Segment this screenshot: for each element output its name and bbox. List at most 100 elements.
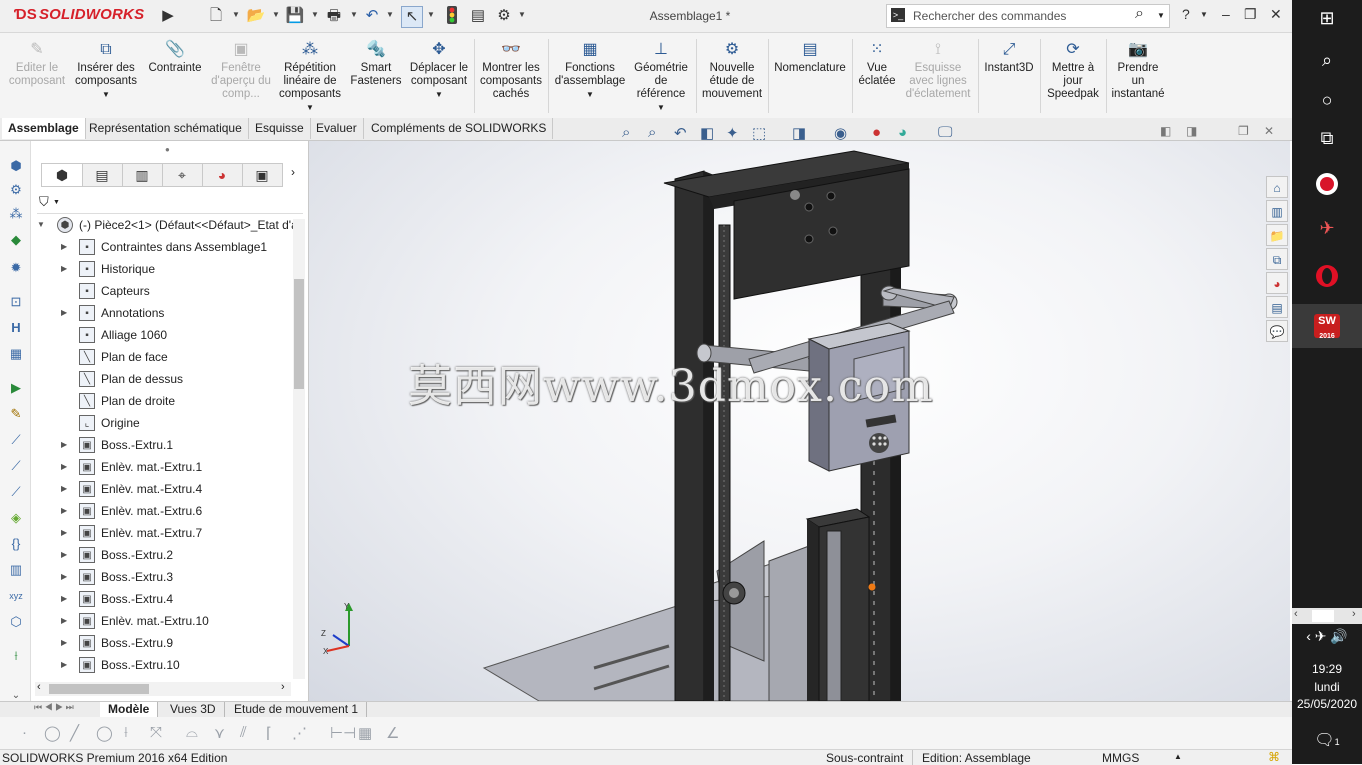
cortana-icon[interactable]: ○ [1292,90,1362,111]
exploded-view-button[interactable]: ⁙ Vue éclatée [856,41,898,88]
chevron-down-icon[interactable]: ▼ [53,199,60,206]
chevron-down-icon[interactable]: ▼ [272,10,280,19]
zoom-to-fit-icon[interactable]: ⌕ [622,124,630,141]
library-icon[interactable]: ▥ [7,561,25,579]
instant3d-button[interactable]: ⤢ Instant3D [982,41,1036,75]
move-component-button[interactable]: ✥ Déplacer le composant ▼ [408,41,470,101]
tab-addins[interactable]: Compléments de SOLIDWORKS [365,118,554,139]
expand-arrow-icon[interactable]: ▶ [61,633,71,653]
offset-icon[interactable]: ⌓ [186,724,198,741]
view-orientation-icon[interactable]: ⬚ [752,124,766,142]
corner-icon[interactable]: ⌈ [266,724,272,742]
tree-vertical-scrollbar[interactable] [293,219,305,679]
filter-bar[interactable]: ⛉ ▼ [37,193,303,214]
expand-arrow-icon[interactable]: ▶ [61,567,71,587]
new-document-icon[interactable]: 🗋 [206,6,226,26]
edit-component-button[interactable]: ✎ Editer le composant [6,41,68,88]
tab-schematic[interactable]: Représentation schématique [83,118,249,139]
calculator-icon[interactable]: ▦ [7,345,25,363]
task-view-icon[interactable]: ⧉ [1292,128,1362,149]
dotted-corner-icon[interactable]: ⋰ [292,724,307,742]
reference-geometry-button[interactable]: ⊥ Géométrie de référence ▼ [630,41,692,114]
mate-button[interactable]: 📎 Contrainte [144,41,206,75]
filter-icon[interactable]: ⛉ [39,194,49,210]
tab-nav-arrows-icon[interactable]: ⏮ ◀ ▶ ⏭ [34,702,74,713]
close-doc-icon[interactable]: ✕ [1264,124,1274,138]
chevron-down-icon[interactable]: ▼ [518,10,526,19]
traffic-light-icon[interactable] [442,6,462,26]
scrollbar-thumb[interactable] [294,279,304,389]
solidworks-taskbar-button[interactable]: SW 2016 [1292,304,1362,348]
tray-icons[interactable]: ‹ ✈ 🔊 [1292,628,1362,645]
display-style-icon[interactable]: ◨ [792,124,806,142]
display-manager-tab-icon[interactable]: ◕ [202,164,243,186]
new-motion-study-button[interactable]: ⚙ Nouvelle étude de mouvement [700,41,764,101]
restore-doc-icon[interactable]: ❐ [1238,124,1249,138]
appearance-icon[interactable]: ◆ [7,231,25,249]
expand-arrow-icon[interactable]: ▶ [61,259,71,279]
file-properties-icon[interactable]: ▤ [468,6,488,26]
panel-left-icon[interactable]: ◧ [1160,124,1171,138]
expand-menu-icon[interactable]: ▶ [158,6,178,26]
chevron-right-icon[interactable]: › [291,165,295,179]
undo-icon[interactable]: ↶ [362,6,382,26]
minimize-icon[interactable]: – [1222,6,1230,22]
chevron-down-icon[interactable]: ▼ [1200,10,1208,19]
file-explorer-icon[interactable]: 📁 [1266,224,1288,246]
tab-motion-study[interactable]: Etude de mouvement 1 [226,702,368,717]
chevron-down-icon[interactable]: ▼ [1157,11,1165,20]
clock-day[interactable]: lundi [1292,680,1362,694]
taskbar-scrollbar[interactable]: ‹ › [1292,608,1362,624]
take-snapshot-button[interactable]: 📷 Prendre un instantané [1110,41,1166,101]
convert-icon[interactable]: ⤧ [150,724,162,741]
h-tool-icon[interactable]: H [7,319,25,337]
feature-icon[interactable]: ⬡ [7,613,25,631]
chevron-down-icon[interactable]: ▼ [427,10,435,19]
grid-icon[interactable]: ▦ [358,724,372,742]
home-icon[interactable]: ⌂ [1266,176,1288,198]
opera-icon[interactable] [1292,264,1362,293]
print-icon[interactable]: 🖶 [324,6,344,26]
appearances-icon[interactable]: ◕ [1266,272,1288,294]
graphics-area[interactable]: Y Z X [309,141,1290,701]
scene-icon[interactable]: ◕ [898,124,907,141]
angle-icon[interactable]: ∠ [386,724,399,742]
chart-icon[interactable]: ⟋ [7,431,25,449]
clock-date[interactable]: 25/05/2020 [1292,697,1362,711]
command-search-input[interactable]: >_ Rechercher des commandes ⌕ ▼ [886,4,1170,28]
expand-arrow-icon[interactable]: ▶ [61,589,71,609]
chevron-right-icon[interactable]: › [1352,608,1356,620]
play-icon[interactable]: ▶ [7,379,25,397]
linear-pattern-button[interactable]: ⁂ Répétition linéaire de composants ▼ [276,41,344,114]
chevron-right-icon[interactable]: › [281,681,285,693]
insert-components-button[interactable]: ⧉ Insérer des composants ▼ [72,41,140,101]
forum-icon[interactable]: 💬 [1266,320,1288,342]
tab-3d-views[interactable]: Vues 3D [162,702,225,717]
expand-arrow-icon[interactable]: ▶ [61,457,71,477]
show-hidden-components-button[interactable]: 👓 Montrer les composants cachés [478,41,544,101]
bom-button[interactable]: ▤ Nomenclature [772,41,848,75]
search-icon[interactable]: ⌕ [1292,50,1362,71]
chevron-down-icon[interactable]: ▼ [232,10,240,19]
select-cursor-icon[interactable]: ↖ [401,6,423,28]
part-icon[interactable]: ◈ [7,509,25,527]
chevron-up-icon[interactable]: ▲ [1174,752,1182,761]
component-icon[interactable]: ⬢ [7,157,25,175]
mirror-icon[interactable]: ⋎ [214,724,225,742]
tree-horizontal-scrollbar[interactable]: ‹ › [35,681,291,696]
expand-arrow-icon[interactable]: ▶ [61,435,71,455]
units-status[interactable]: MMGS [1102,751,1139,765]
feature-tree-tab-icon[interactable]: ⬢ [42,164,83,186]
tab-assemblage[interactable]: Assemblage [2,118,86,139]
custom-properties-icon[interactable]: ▤ [1266,296,1288,318]
options-gear-icon[interactable]: ⚙ [494,6,514,26]
pattern-icon[interactable]: ⁂ [7,205,25,223]
expand-arrow-icon[interactable]: ▶ [61,479,71,499]
dimension-icon[interactable]: ⊡ [7,293,25,311]
panel-right-icon[interactable]: ◨ [1186,124,1197,138]
section-view-icon[interactable]: ◧ [700,124,714,142]
expand-arrow-icon[interactable]: ▶ [61,611,71,631]
panel-grip-icon[interactable]: ● [165,145,170,154]
expand-arrow-icon[interactable]: ▶ [61,303,71,323]
dimension-icon[interactable]: ⊢⊣ [330,724,356,742]
